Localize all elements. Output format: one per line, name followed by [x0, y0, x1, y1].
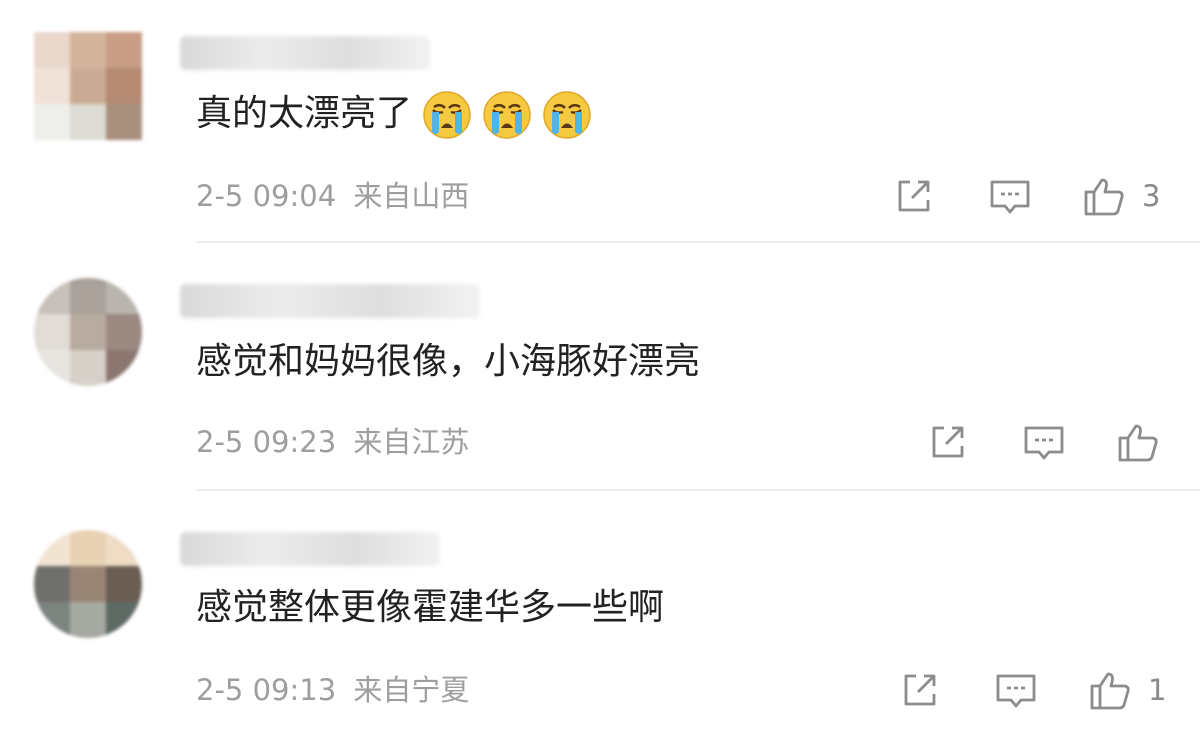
- reply-button[interactable]: [1022, 420, 1066, 464]
- like-button[interactable]: [1088, 668, 1132, 712]
- comment-icon: [1024, 426, 1064, 460]
- comment-text: 感觉整体更像霍建华多一些啊: [196, 586, 664, 630]
- comment-icon: [990, 180, 1030, 214]
- divider: [196, 241, 1200, 243]
- comment-meta: 2-5 09:23 来自江苏: [196, 424, 469, 460]
- username-blurred[interactable]: [180, 284, 480, 318]
- comment-text-content: 感觉整体更像霍建华多一些啊: [196, 587, 665, 628]
- comment-meta: 2-5 09:04 来自山西: [196, 178, 469, 214]
- share-icon: [898, 180, 930, 212]
- share-icon: [932, 426, 964, 458]
- share-icon: [904, 674, 936, 706]
- comment-actions: [926, 420, 1180, 470]
- avatar[interactable]: [34, 278, 142, 386]
- avatar[interactable]: [34, 530, 142, 638]
- thumbs-up-icon: [1090, 672, 1130, 710]
- comment-time: 2-5 09:04: [196, 179, 337, 213]
- like-count: 1: [1148, 673, 1167, 707]
- comment-location: 来自江苏: [353, 425, 470, 459]
- thumbs-up-icon: [1084, 178, 1124, 216]
- crying-face-icon: [482, 90, 532, 140]
- avatar[interactable]: [34, 32, 142, 140]
- crying-face-icon: [422, 90, 472, 140]
- crying-face-icon: [542, 90, 592, 140]
- comment-text-content: 感觉和妈妈很像，小海豚好漂亮: [196, 341, 701, 382]
- comment-text-content: 真的太漂亮了: [196, 93, 413, 134]
- comment-icon: [996, 674, 1036, 708]
- like-button[interactable]: [1082, 174, 1126, 218]
- comment-location: 来自宁夏: [353, 673, 470, 707]
- like-count: 3: [1142, 179, 1161, 213]
- comment-meta: 2-5 09:13 来自宁夏: [196, 672, 469, 708]
- share-button[interactable]: [926, 420, 970, 464]
- like-button[interactable]: [1116, 420, 1160, 464]
- share-button[interactable]: [892, 174, 936, 218]
- comment-text: 真的太漂亮了: [196, 90, 592, 140]
- reply-button[interactable]: [988, 174, 1032, 218]
- comment-time: 2-5 09:13: [196, 673, 337, 707]
- comment-time: 2-5 09:23: [196, 425, 337, 459]
- thumbs-up-icon: [1118, 424, 1158, 462]
- comment-actions: 3: [890, 174, 1180, 224]
- username-blurred[interactable]: [180, 36, 430, 70]
- reply-button[interactable]: [994, 668, 1038, 712]
- comment-location: 来自山西: [353, 179, 470, 213]
- comment-text: 感觉和妈妈很像，小海豚好漂亮: [196, 340, 700, 384]
- comment-actions: 1: [896, 668, 1180, 718]
- username-blurred[interactable]: [180, 532, 440, 566]
- share-button[interactable]: [898, 668, 942, 712]
- divider: [196, 489, 1200, 491]
